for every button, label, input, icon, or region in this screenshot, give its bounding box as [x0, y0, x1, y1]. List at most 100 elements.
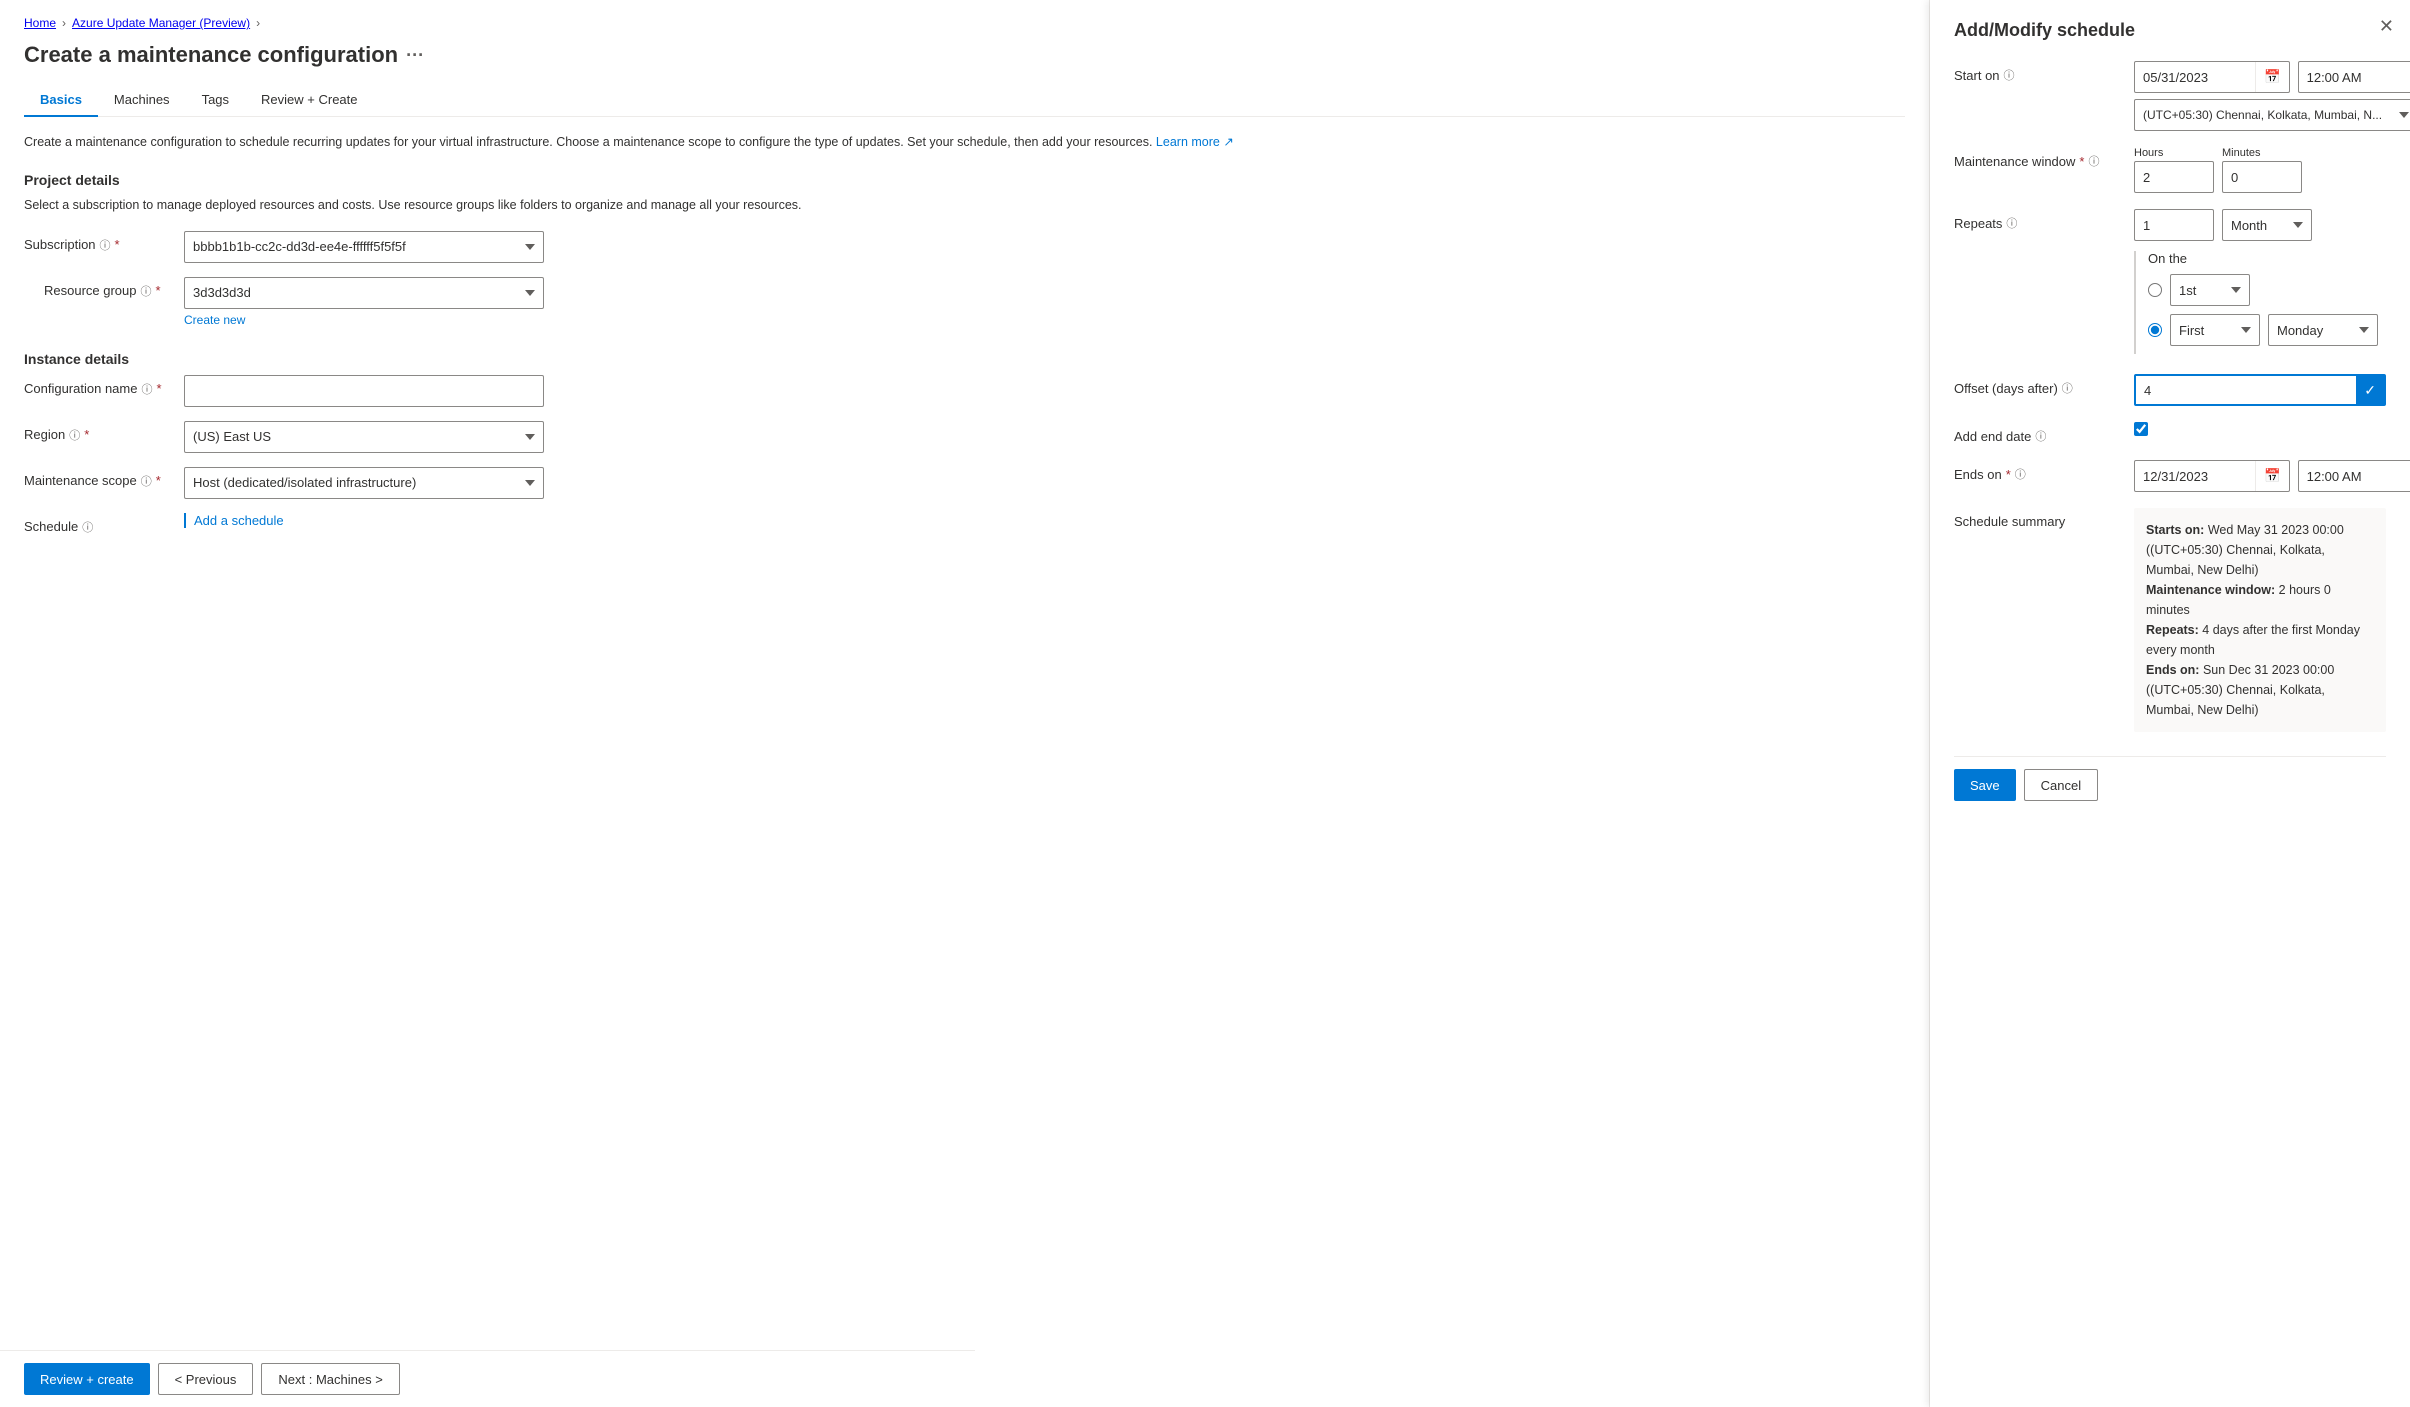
on-the-section: On the 1st First Monday	[2134, 251, 2386, 354]
start-on-date-wrap: 📅	[2134, 61, 2290, 93]
right-panel: Add/Modify schedule ✕ Start on ⓘ 📅 (UTC+…	[1930, 0, 2410, 1407]
maintenance-scope-group: Maintenance scope ⓘ * Host (dedicated/is…	[24, 467, 1905, 499]
add-end-date-label: Add end date	[1954, 429, 2031, 444]
radio-day-number[interactable]	[2148, 283, 2162, 297]
schedule-label: Schedule	[24, 519, 78, 534]
config-name-input[interactable]	[184, 375, 544, 407]
minutes-label: Minutes	[2222, 147, 2302, 159]
close-button[interactable]: ✕	[2379, 16, 2394, 37]
minutes-input[interactable]	[2222, 161, 2302, 193]
offset-input[interactable]	[2136, 376, 2356, 404]
ends-on-info-icon[interactable]: ⓘ	[2015, 466, 2026, 482]
cancel-button[interactable]: Cancel	[2024, 769, 2098, 801]
instance-details-header: Instance details	[24, 351, 1905, 367]
schedule-summary-row: Schedule summary Starts on: Wed May 31 2…	[1954, 508, 2386, 732]
ends-on-date-wrap: 📅	[2134, 460, 2290, 492]
ends-on-time-input[interactable]	[2298, 460, 2410, 492]
repeats-summary-label: Repeats: 4 days after the first Monday e…	[2146, 623, 2360, 657]
ends-on-label: Ends on	[1954, 467, 2002, 482]
maintenance-scope-label: Maintenance scope	[24, 473, 137, 488]
page-title: Create a maintenance configuration	[24, 42, 398, 68]
breadcrumb-parent[interactable]: Azure Update Manager (Preview)	[72, 16, 250, 30]
ordinal-select[interactable]: First	[2170, 314, 2260, 346]
radio-ordinal-row: First Monday	[2148, 314, 2386, 346]
schedule-summary-label: Schedule summary	[1954, 514, 2065, 529]
tab-review-create[interactable]: Review + Create	[245, 84, 373, 117]
radio-ordinal[interactable]	[2148, 323, 2162, 337]
offset-label: Offset (days after)	[1954, 381, 2058, 396]
repeats-value-input[interactable]	[2134, 209, 2214, 241]
page-title-ellipsis[interactable]: ···	[406, 45, 424, 66]
subscription-label: Subscription	[24, 237, 96, 252]
add-end-date-info-icon[interactable]: ⓘ	[2035, 428, 2046, 444]
project-details-sub: Select a subscription to manage deployed…	[24, 196, 1905, 215]
add-end-date-checkbox[interactable]	[2134, 422, 2148, 436]
review-create-button[interactable]: Review + create	[24, 1363, 150, 1395]
breadcrumb-home[interactable]: Home	[24, 16, 56, 30]
ends-on-summary-label: Ends on: Sun Dec 31 2023 00:00 ((UTC+05:…	[2146, 663, 2334, 717]
description: Create a maintenance configuration to sc…	[24, 133, 1905, 152]
add-schedule-link[interactable]: Add a schedule	[194, 513, 284, 528]
maintenance-window-info-icon[interactable]: ⓘ	[2088, 153, 2099, 169]
radio-day-number-row: 1st	[2148, 274, 2386, 306]
region-select[interactable]: (US) East US	[184, 421, 544, 453]
maintenance-window-label: Maintenance window	[1954, 154, 2075, 169]
offset-info-icon[interactable]: ⓘ	[2062, 380, 2073, 396]
tab-tags[interactable]: Tags	[186, 84, 245, 117]
save-button[interactable]: Save	[1954, 769, 2016, 801]
breadcrumb: Home › Azure Update Manager (Preview) ›	[24, 16, 1905, 30]
subscription-group: Subscription ⓘ * bbbb1b1b-cc2c-dd3d-ee4e…	[24, 231, 1905, 263]
rp-bottom-bar: Save Cancel	[1954, 756, 2386, 801]
panel-title: Add/Modify schedule	[1954, 20, 2386, 41]
previous-button[interactable]: < Previous	[158, 1363, 254, 1395]
maintenance-window-row: Maintenance window * ⓘ Hours Minutes	[1954, 147, 2386, 193]
region-info-icon[interactable]: ⓘ	[69, 427, 80, 443]
start-on-label: Start on	[1954, 68, 2000, 83]
region-label: Region	[24, 427, 65, 442]
hours-label: Hours	[2134, 147, 2214, 159]
hours-input[interactable]	[2134, 161, 2214, 193]
config-name-group: Configuration name ⓘ *	[24, 375, 1905, 407]
maintenance-scope-info-icon[interactable]: ⓘ	[141, 473, 152, 489]
repeats-label: Repeats	[1954, 216, 2002, 231]
day-of-week-select[interactable]: Monday	[2268, 314, 2378, 346]
learn-more-link[interactable]: Learn more ↗	[1156, 135, 1234, 149]
ends-on-calendar-icon[interactable]: 📅	[2255, 461, 2289, 491]
subscription-info-icon[interactable]: ⓘ	[100, 237, 111, 253]
project-details-header: Project details	[24, 172, 1905, 188]
schedule-summary-content: Starts on: Wed May 31 2023 00:00 ((UTC+0…	[2134, 508, 2386, 732]
start-on-time-input[interactable]	[2298, 61, 2410, 93]
timezone-select[interactable]: (UTC+05:30) Chennai, Kolkata, Mumbai, N.…	[2134, 99, 2410, 131]
day-number-select[interactable]: 1st	[2170, 274, 2250, 306]
region-group: Region ⓘ * (US) East US	[24, 421, 1905, 453]
offset-row: Offset (days after) ⓘ ✓	[1954, 374, 2386, 406]
tab-basics[interactable]: Basics	[24, 84, 98, 117]
offset-wrap: ✓	[2134, 374, 2386, 406]
start-on-row: Start on ⓘ 📅 (UTC+05:30) Chennai, Kolkat…	[1954, 61, 2386, 131]
repeats-row: Repeats ⓘ Month On the 1st	[1954, 209, 2386, 358]
resource-group-label: Resource group	[44, 283, 137, 298]
start-on-info-icon[interactable]: ⓘ	[2004, 67, 2015, 83]
config-name-info-icon[interactable]: ⓘ	[141, 381, 152, 397]
add-end-date-row: Add end date ⓘ	[1954, 422, 2386, 444]
repeats-info-icon[interactable]: ⓘ	[2006, 215, 2017, 231]
start-on-calendar-icon[interactable]: 📅	[2255, 62, 2289, 92]
start-on-date-input[interactable]	[2135, 62, 2255, 92]
subscription-select[interactable]: bbbb1b1b-cc2c-dd3d-ee4e-ffffff5f5f5f	[184, 231, 544, 263]
next-machines-button[interactable]: Next : Machines >	[261, 1363, 399, 1395]
tabs: Basics Machines Tags Review + Create	[24, 84, 1905, 117]
ends-on-row: Ends on * ⓘ 📅	[1954, 460, 2386, 492]
offset-check-icon[interactable]: ✓	[2356, 376, 2384, 404]
repeats-unit-select[interactable]: Month	[2222, 209, 2312, 241]
schedule-group: Schedule ⓘ Add a schedule	[24, 513, 1905, 535]
config-name-label: Configuration name	[24, 381, 137, 396]
on-the-label: On the	[2148, 251, 2386, 266]
schedule-info-icon[interactable]: ⓘ	[82, 519, 93, 535]
resource-group-select[interactable]: 3d3d3d3d	[184, 277, 544, 309]
maintenance-scope-select[interactable]: Host (dedicated/isolated infrastructure)	[184, 467, 544, 499]
starts-on-summary-label: Starts on: Wed May 31 2023 00:00 ((UTC+0…	[2146, 523, 2344, 577]
tab-machines[interactable]: Machines	[98, 84, 186, 117]
resource-group-info-icon[interactable]: ⓘ	[141, 283, 152, 299]
ends-on-date-input[interactable]	[2135, 461, 2255, 491]
create-new-link[interactable]: Create new	[184, 313, 544, 327]
